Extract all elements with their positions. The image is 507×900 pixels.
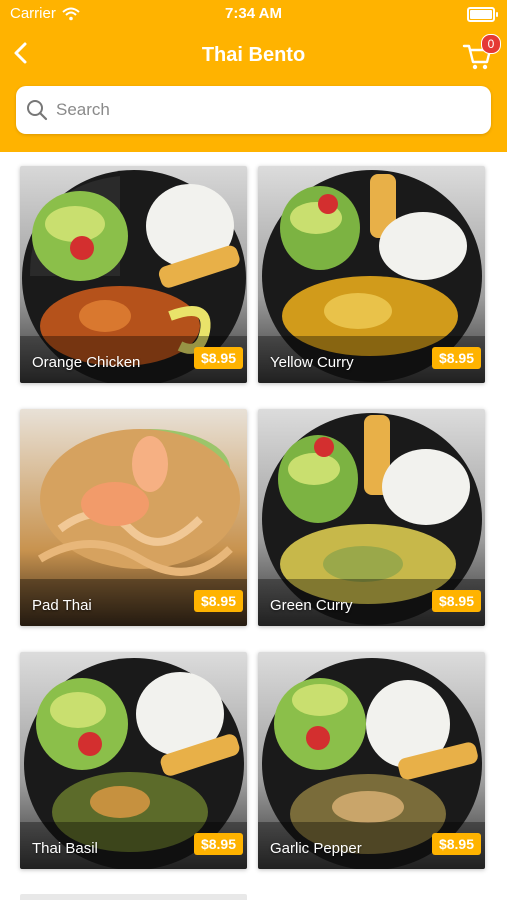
menu-item-name: Thai Basil bbox=[32, 840, 98, 857]
cart-button[interactable]: 0 bbox=[461, 34, 501, 72]
menu-item-card[interactable]: Garlic Pepper $8.95 bbox=[258, 652, 485, 869]
menu-item-card-partial[interactable] bbox=[20, 894, 247, 900]
price-badge: $8.95 bbox=[193, 347, 243, 369]
price-badge: $8.95 bbox=[193, 590, 243, 612]
status-bar: Carrier 7:34 AM bbox=[0, 0, 507, 28]
search-bar[interactable] bbox=[16, 86, 491, 134]
status-time: 7:34 AM bbox=[225, 5, 282, 22]
page-title: Thai Bento bbox=[201, 44, 306, 66]
price-badge: $8.95 bbox=[431, 590, 481, 612]
menu-item-card[interactable]: Yellow Curry $8.95 bbox=[258, 166, 485, 383]
price-badge: $8.95 bbox=[431, 833, 481, 855]
menu-item-card[interactable]: Green Curry $8.95 bbox=[258, 409, 485, 626]
menu-item-name: Pad Thai bbox=[32, 597, 92, 614]
search-input[interactable] bbox=[54, 99, 458, 121]
menu-item-name: Green Curry bbox=[270, 597, 353, 614]
price-badge: $8.95 bbox=[193, 833, 243, 855]
menu-item-card[interactable]: Thai Basil $8.95 bbox=[20, 652, 247, 869]
menu-grid: Orange Chicken $8.95 Yellow Curry $8.95 bbox=[20, 166, 486, 869]
price-badge: $8.95 bbox=[431, 347, 481, 369]
battery-icon bbox=[467, 7, 498, 22]
menu-item-name: Yellow Curry bbox=[270, 354, 354, 371]
menu-item-card[interactable]: Pad Thai $8.95 bbox=[20, 409, 247, 626]
cart-count-badge: 0 bbox=[481, 34, 501, 54]
menu-item-name: Orange Chicken bbox=[32, 354, 141, 371]
app-header: Carrier 7:34 AM Thai Bento 0 bbox=[0, 0, 507, 152]
menu-item-name: Garlic Pepper bbox=[270, 840, 362, 857]
menu-item-card[interactable]: Orange Chicken $8.95 bbox=[20, 166, 247, 383]
search-icon bbox=[27, 100, 48, 121]
